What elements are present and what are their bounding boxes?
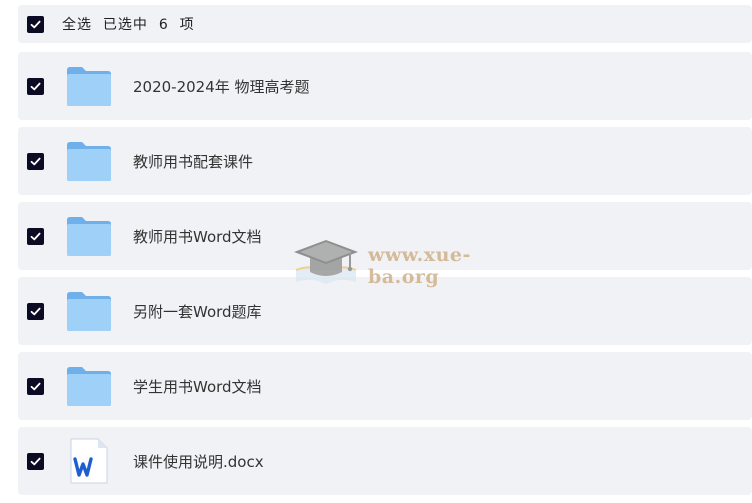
word-document-icon bbox=[66, 438, 112, 484]
file-checkbox[interactable] bbox=[27, 377, 44, 395]
selected-suffix: 项 bbox=[179, 17, 195, 33]
file-selection-page: 全选 已选中 6 项 2020-2024年 物理高考题 教师用书配套课件 教师用… bbox=[0, 0, 752, 503]
file-row[interactable]: 课件使用说明.docx bbox=[18, 427, 752, 495]
file-checkbox[interactable] bbox=[27, 227, 44, 245]
file-name[interactable]: 教师用书配套课件 bbox=[133, 151, 253, 172]
file-name[interactable]: 另附一套Word题库 bbox=[133, 301, 262, 322]
file-row[interactable]: 学生用书Word文档 bbox=[18, 352, 752, 420]
graduation-cap-icon bbox=[290, 234, 362, 298]
file-name[interactable]: 2020-2024年 物理高考题 bbox=[133, 76, 310, 97]
checkmark-icon bbox=[30, 20, 41, 28]
checkmark-icon bbox=[30, 382, 41, 390]
selected-prefix: 已选中 bbox=[102, 17, 148, 33]
checkmark-icon bbox=[30, 157, 41, 165]
checkmark-icon bbox=[30, 457, 41, 465]
file-row[interactable]: 教师用书配套课件 bbox=[18, 127, 752, 195]
watermark-text: www.xue-ba.org bbox=[368, 244, 471, 288]
checkmark-icon bbox=[30, 232, 41, 240]
selection-header: 全选 已选中 6 项 bbox=[18, 5, 752, 43]
file-row[interactable]: 2020-2024年 物理高考题 bbox=[18, 52, 752, 120]
checkmark-icon bbox=[30, 82, 41, 90]
folder-icon bbox=[66, 363, 112, 409]
folder-icon bbox=[66, 138, 112, 184]
watermark: www.xue-ba.org bbox=[290, 234, 540, 298]
file-checkbox[interactable] bbox=[27, 77, 44, 95]
checkmark-icon bbox=[30, 307, 41, 315]
select-all-checkbox[interactable] bbox=[27, 15, 44, 33]
selected-count: 6 bbox=[158, 17, 169, 33]
file-checkbox[interactable] bbox=[27, 152, 44, 170]
file-checkbox[interactable] bbox=[27, 452, 44, 470]
folder-icon bbox=[66, 288, 112, 334]
folder-icon bbox=[66, 213, 112, 259]
file-name[interactable]: 教师用书Word文档 bbox=[133, 226, 262, 247]
select-all-label[interactable]: 全选 bbox=[62, 17, 92, 33]
file-checkbox[interactable] bbox=[27, 302, 44, 320]
folder-icon bbox=[66, 63, 112, 109]
file-name[interactable]: 课件使用说明.docx bbox=[133, 451, 264, 472]
file-name[interactable]: 学生用书Word文档 bbox=[133, 376, 262, 397]
selection-summary: 全选 已选中 6 项 bbox=[62, 14, 195, 34]
